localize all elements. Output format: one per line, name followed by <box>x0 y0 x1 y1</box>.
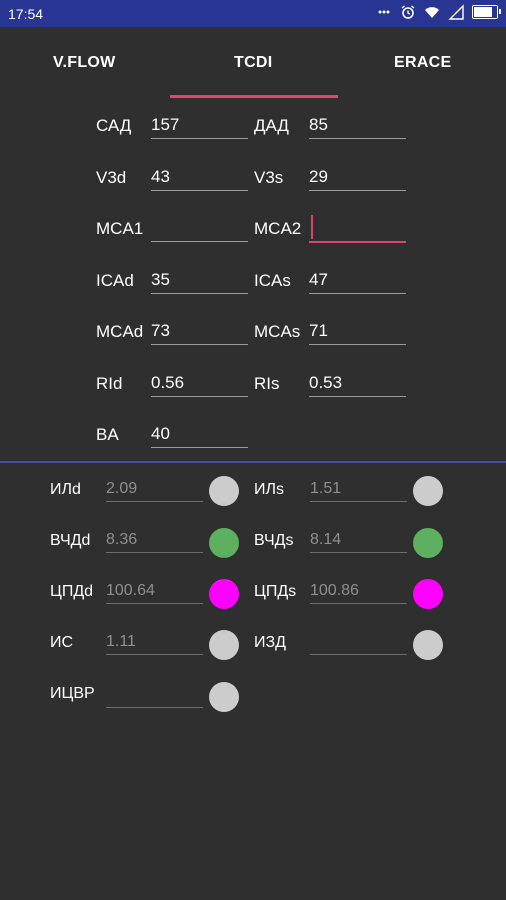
mca1-label: MCA1 <box>96 219 144 238</box>
ils-indicator <box>413 476 443 506</box>
icvr-value <box>106 683 203 708</box>
rid-input[interactable]: 0.56 <box>151 370 248 397</box>
icvr-indicator <box>209 682 239 712</box>
ba-label: BA <box>96 425 119 444</box>
v3s-label: V3s <box>254 168 284 187</box>
sad-label: САД <box>96 116 132 135</box>
ild-value: 2.09 <box>106 477 203 502</box>
icvr-label: ИЦВР <box>50 685 95 702</box>
cpds-label: ЦПДs <box>254 583 297 600</box>
mca1-input[interactable] <box>151 215 248 242</box>
cpds-value: 100.86 <box>310 579 407 604</box>
tab-tcdi[interactable]: TCDI <box>234 54 273 72</box>
battery-icon <box>472 5 501 19</box>
active-tab-indicator <box>170 95 338 98</box>
izd-label: ИЗД <box>254 634 286 651</box>
cpdd-label: ЦПДd <box>50 583 94 600</box>
dad-input[interactable]: 85 <box>309 112 406 139</box>
ba-input[interactable]: 40 <box>151 421 248 448</box>
v3s-input[interactable]: 29 <box>309 164 406 191</box>
status-bar: 17:54 <box>0 0 506 27</box>
icas-label: ICAs <box>254 271 291 290</box>
mca2-label: MCA2 <box>254 219 302 238</box>
status-time: 17:54 <box>8 6 44 22</box>
icad-label: ICAd <box>96 271 134 290</box>
ild-indicator <box>209 476 239 506</box>
icad-input[interactable]: 35 <box>151 267 248 294</box>
is-indicator <box>209 630 239 660</box>
icas-input[interactable]: 47 <box>309 267 406 294</box>
wifi-icon <box>425 7 439 18</box>
status-icons <box>376 4 501 20</box>
section-divider <box>0 461 506 463</box>
ild-label: ИЛd <box>50 481 81 498</box>
vchdd-indicator <box>209 528 239 558</box>
ils-value: 1.51 <box>310 477 407 502</box>
dots-icon <box>378 10 390 14</box>
cpdd-value: 100.64 <box>106 579 203 604</box>
cpdd-indicator <box>209 579 239 609</box>
text-cursor <box>311 215 313 239</box>
v3d-input[interactable]: 43 <box>151 164 248 191</box>
mcas-label: MCAs <box>254 322 301 341</box>
ris-label: RIs <box>254 374 280 393</box>
is-value: 1.11 <box>106 630 203 655</box>
mcad-label: MCAd <box>96 322 144 341</box>
vchdd-label: ВЧДd <box>50 532 91 549</box>
alarm-icon <box>401 5 415 19</box>
cpds-indicator <box>413 579 443 609</box>
vchdd-value: 8.36 <box>106 528 203 553</box>
vchds-value: 8.14 <box>310 528 407 553</box>
izd-value <box>310 630 407 655</box>
v3d-label: V3d <box>96 168 127 187</box>
rid-label: RId <box>96 374 123 393</box>
ris-input[interactable]: 0.53 <box>309 370 406 397</box>
signal-icon <box>448 4 464 20</box>
tab-vflow[interactable]: V.FLOW <box>53 54 116 72</box>
is-label: ИС <box>50 634 74 651</box>
mcas-input[interactable]: 71 <box>309 318 406 345</box>
dad-label: ДАД <box>254 116 289 135</box>
vchds-label: ВЧДs <box>254 532 294 549</box>
sad-input[interactable]: 157 <box>151 112 248 139</box>
mca2-input[interactable] <box>309 215 406 243</box>
izd-indicator <box>413 630 443 660</box>
tab-erace[interactable]: ERACE <box>394 54 452 72</box>
mcad-input[interactable]: 73 <box>151 318 248 345</box>
vchds-indicator <box>413 528 443 558</box>
ils-label: ИЛs <box>254 481 284 498</box>
